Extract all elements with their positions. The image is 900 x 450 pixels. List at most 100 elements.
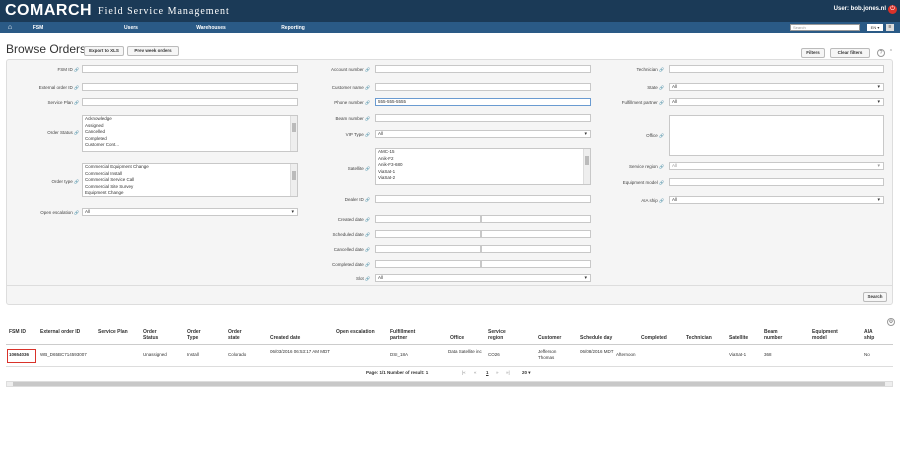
order-state-cell: Colorado [228,352,247,357]
scrollbar-thumb[interactable] [292,123,296,132]
last-page-button[interactable]: »| [506,370,516,376]
nav-search-input[interactable]: Search [790,24,860,31]
divider [7,285,892,286]
filter-panel: FSM ID 🔗 External order ID 🔗 Service Pla… [6,59,893,305]
state-select[interactable]: All ▾ [669,83,884,91]
collapse-icon[interactable]: ⌃ [887,49,895,57]
fsm-id-input[interactable] [82,65,298,73]
col-aia-ship[interactable]: AIA ship [864,329,884,341]
scrollbar[interactable] [290,116,297,151]
fsm-id-cell[interactable]: 10654036 [7,349,36,363]
col-external-order-id[interactable]: External order ID [40,329,84,335]
chevron-down-icon: ▾ [877,197,880,203]
fulfillment-partner-select[interactable]: All ▾ [669,98,884,106]
service-region-label: Service region 🔗 [628,164,664,169]
col-office[interactable]: Office [450,335,474,341]
created-date-from[interactable] [375,215,481,223]
cancelled-date-from[interactable] [375,245,481,253]
nav-item-reporting[interactable]: Reporting [268,25,318,31]
row-divider [6,366,893,367]
scrollbar-thumb[interactable] [13,382,885,386]
beam-number-input[interactable] [375,114,591,122]
nav-item-fsm[interactable]: FSM [20,25,56,31]
completed-date-to[interactable] [481,260,591,268]
settings-icon[interactable]: ⚙ [887,318,895,326]
prev-week-orders-button[interactable]: Prev week orders [127,46,179,56]
created-date-to[interactable] [481,215,591,223]
horizontal-scrollbar[interactable] [6,381,893,387]
logout-icon[interactable]: ⏻ [888,5,897,14]
order-status-list[interactable]: Acknowledge Assigned Cancelled Completed… [82,115,298,152]
col-beam-number[interactable]: Beam number [764,329,792,341]
vip-type-select[interactable]: All ▾ [375,130,591,138]
col-service-plan[interactable]: Service Plan [98,329,128,335]
home-icon[interactable]: ⌂ [0,24,20,31]
dealer-id-input[interactable] [375,195,591,203]
search-button[interactable]: Search [863,292,887,302]
page-size-select[interactable]: 20 ▾ [522,370,538,376]
user-label[interactable]: User: bob.jones.nl [834,6,886,12]
col-completed[interactable]: Completed [641,335,677,341]
header-divider [6,344,893,345]
language-select[interactable]: EN ▾ [867,24,883,31]
menu-icon[interactable]: ≡ [886,24,894,31]
nav-item-warehouses[interactable]: Warehouses [186,25,236,31]
service-plan-input[interactable] [82,98,298,106]
logo: COMARCH [5,2,93,19]
scrollbar[interactable] [290,164,297,196]
service-region-select[interactable]: All ▾ [669,162,884,170]
col-fsm-id[interactable]: FSM ID [9,329,27,335]
phone-number-input[interactable]: 555-555-5555 [375,98,591,106]
scrollbar-thumb[interactable] [292,171,296,180]
col-order-type[interactable]: Order Type [187,329,211,341]
col-order-state[interactable]: Order state [228,329,252,341]
col-equipment-model[interactable]: Equipment model [812,329,852,341]
cancelled-date-to[interactable] [481,245,591,253]
next-page-button[interactable]: » [496,370,504,376]
slot-label: Slot 🔗 [355,276,370,281]
col-order-status[interactable]: Order Status [143,329,171,341]
nav-item-users[interactable]: Users [78,25,184,31]
equipment-model-input[interactable] [669,178,884,186]
cancelled-date-label: Cancelled date 🔗 [333,247,370,252]
col-open-escalation[interactable]: Open escalation [336,329,376,335]
filters-button[interactable]: Filters [801,48,825,58]
col-technician[interactable]: Technician [686,335,726,341]
clear-filters-button[interactable]: Clear filters [830,48,870,58]
help-icon[interactable]: ? [877,49,885,57]
col-fulfillment-partner[interactable]: Fulfillment partner [390,329,430,341]
col-schedule-day[interactable]: Schedule day [580,335,630,341]
scheduled-date-from[interactable] [375,230,481,238]
pagination-info: Page: 1/1 Number of result: 1 [366,370,429,375]
account-number-input[interactable] [375,65,591,73]
chevron-down-icon: ▾ [877,99,880,105]
technician-label: Technician 🔗 [636,67,664,72]
aia-ship-select[interactable]: All ▾ [669,196,884,204]
col-created-date[interactable]: Created date [270,335,320,341]
office-list[interactable] [669,115,884,156]
external-order-id-input[interactable] [82,83,298,91]
scheduled-date-to[interactable] [481,230,591,238]
order-type-list[interactable]: Commercial Equipment Change Commercial I… [82,163,298,197]
customer-name-input[interactable] [375,83,591,91]
chevron-down-icon: ▾ [584,275,587,281]
export-xls-button[interactable]: Export to XLS [84,46,124,56]
col-satellite[interactable]: Satellite [729,335,759,341]
prev-page-button[interactable]: « [474,370,482,376]
slot-select[interactable]: All ▾ [375,274,591,282]
open-escalation-select[interactable]: All ▾ [82,208,298,216]
page-number[interactable]: 1 [486,370,492,376]
col-customer[interactable]: Customer [538,335,574,341]
list-item[interactable]: ViaSat-2 [376,175,590,182]
first-page-button[interactable]: |« [462,370,470,376]
nav-bar: ⌂ FSM Users Warehouses Reporting Search … [0,22,900,33]
completed-cell: Afternoon [616,352,636,357]
list-item[interactable]: Customer Cont... [83,142,297,149]
satellite-list[interactable]: AMC-15 Anik-F2 Anik-F3-680 ViaSat-1 ViaS… [375,148,591,185]
external-order-id-label: External order ID 🔗 [38,85,79,90]
technician-input[interactable] [669,65,884,73]
col-service-region[interactable]: Service region [488,329,514,341]
list-item[interactable]: Equipment Change [83,190,297,196]
service-plan-label: Service Plan 🔗 [47,100,79,105]
completed-date-from[interactable] [375,260,481,268]
